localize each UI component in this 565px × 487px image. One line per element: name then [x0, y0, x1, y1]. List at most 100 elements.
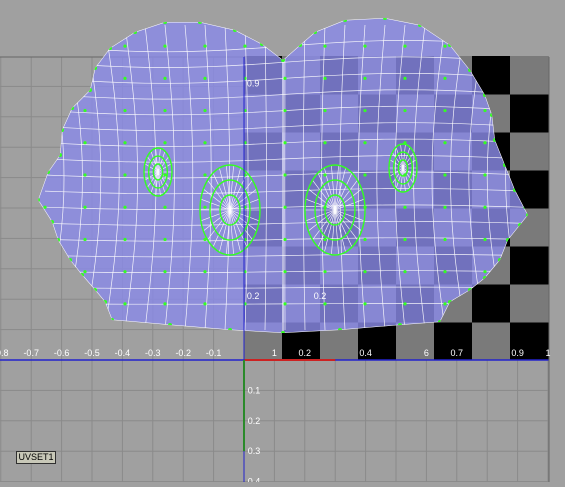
uv-vertex [83, 109, 86, 112]
uv-vertex [443, 206, 446, 209]
v-tick-label: 0.4 [248, 477, 261, 482]
uv-vertex [83, 270, 86, 273]
uv-vertex [483, 270, 486, 273]
uv-vertex [298, 43, 302, 47]
uv-vertex [403, 206, 406, 209]
uv-vertex [403, 270, 406, 273]
uv-vertex [363, 302, 366, 305]
uv-vertex [283, 109, 286, 112]
uv-vertex [283, 206, 286, 209]
checker-cell [510, 94, 549, 133]
u-tick-label: 1 [272, 348, 277, 358]
uv-vertex [483, 109, 486, 112]
inner-uv-label: 0.2 [247, 291, 260, 301]
uv-vertex [403, 238, 406, 241]
u-tick-label: 6 [424, 348, 429, 358]
uv-vertex [203, 206, 206, 209]
checker-cell [472, 322, 511, 361]
v-tick-label: 0.1 [248, 385, 261, 395]
uv-vertex [283, 173, 286, 176]
uv-vertex [283, 77, 286, 80]
checker-cell [472, 284, 511, 323]
uv-vertex [123, 173, 126, 176]
uv-vertex [363, 173, 366, 176]
uv-vertex [203, 270, 206, 273]
uv-vertex [323, 206, 326, 209]
uv-vertex [203, 302, 206, 305]
uv-vertex [443, 270, 446, 273]
uv-vertex [403, 45, 406, 48]
uv-vertex [163, 238, 166, 241]
uv-vertex [123, 45, 126, 48]
uv-vertex [443, 302, 446, 305]
checker-cell [510, 56, 549, 95]
uv-vertex [83, 141, 86, 144]
checker-cell [510, 132, 549, 171]
uv-vertex [323, 238, 326, 241]
u-tick-label: -0.3 [145, 348, 161, 358]
uv-vertex [43, 206, 46, 209]
uv-canvas[interactable]: -0.8-0.7-0.6-0.5-0.4-0.3-0.2-0.110.20.46… [0, 0, 565, 482]
uv-vertex [203, 173, 206, 176]
v-tick-label: 0.3 [248, 446, 261, 456]
uv-vertex [403, 77, 406, 80]
inner-uv-label: 0.9 [247, 78, 260, 88]
u-tick-label: 0.7 [451, 348, 464, 358]
uv-vertex [483, 141, 486, 144]
u-tick-label: 0.2 [299, 348, 312, 358]
uv-vertex [448, 43, 452, 47]
uv-vertex [443, 173, 446, 176]
uv-vertex [403, 109, 406, 112]
uv-vertex [418, 23, 422, 27]
uv-vertex [163, 302, 166, 305]
uv-vertex [243, 45, 246, 48]
uv-vertex [203, 141, 206, 144]
uv-vertex [123, 238, 126, 241]
uv-vertex [283, 270, 286, 273]
uv-vertex [123, 270, 126, 273]
uv-vertex [323, 109, 326, 112]
uv-vertex [323, 45, 326, 48]
checker-cell [510, 284, 549, 323]
uv-vertex [203, 109, 206, 112]
uv-vertex [403, 173, 406, 176]
uv-set-label: UVSET1 [16, 451, 56, 464]
v-tick-label: 0.2 [248, 416, 261, 426]
uv-vertex [203, 77, 206, 80]
uv-vertex [323, 173, 326, 176]
uv-vertex [133, 30, 137, 34]
uv-vertex [283, 238, 286, 241]
uv-vertex [523, 45, 526, 48]
uv-vertex [163, 77, 166, 80]
u-tick-label: 0.4 [359, 348, 372, 358]
u-tick-label: 1 [545, 348, 550, 358]
uv-vertex [383, 16, 387, 20]
uv-vertex [363, 141, 366, 144]
uv-vertex [443, 238, 446, 241]
uv-vertex [363, 45, 366, 48]
uv-vertex [443, 77, 446, 80]
uv-vertex [108, 46, 112, 50]
uv-vertex [443, 109, 446, 112]
uv-vertex [483, 173, 486, 176]
uv-vertex [283, 302, 286, 305]
u-tick-label: 0.9 [511, 348, 524, 358]
uv-vertex [163, 206, 166, 209]
uv-vertex [83, 45, 86, 48]
uv-vertex [363, 270, 366, 273]
uv-texture-editor-viewport[interactable]: -0.8-0.7-0.6-0.5-0.4-0.3-0.2-0.110.20.46… [0, 0, 565, 482]
uv-vertex [233, 28, 237, 32]
uv-vertex [163, 20, 167, 24]
uv-vertex [123, 302, 126, 305]
u-tick-label: -0.1 [206, 348, 222, 358]
uv-vertex [163, 173, 166, 176]
uv-vertex [483, 238, 486, 241]
uv-vertex [323, 270, 326, 273]
u-tick-label: -0.6 [54, 348, 70, 358]
uv-vertex [123, 141, 126, 144]
uv-vertex [83, 173, 86, 176]
uv-vertex [123, 77, 126, 80]
uv-vertex [363, 77, 366, 80]
uv-vertex [363, 109, 366, 112]
uv-shell-face[interactable] [36, 16, 530, 335]
